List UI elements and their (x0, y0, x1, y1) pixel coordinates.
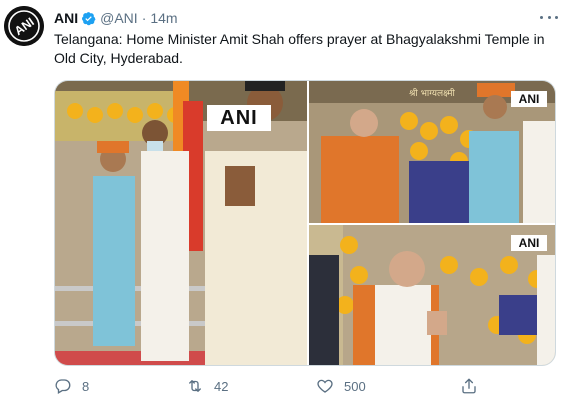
tweet-card[interactable]: ANI ANI @ANI · 14m Telangana: Home Minis… (0, 0, 566, 407)
temple-signboard-text: श्री भाग्यलक्ष्मी (409, 87, 455, 99)
ani-watermark-3: ANI (511, 235, 547, 251)
ani-watermark-1: ANI (207, 105, 271, 131)
author-handle[interactable]: @ANI (100, 10, 138, 26)
share-button[interactable] (460, 376, 488, 396)
reply-icon (55, 379, 71, 394)
reply-button[interactable]: 8 (54, 376, 89, 396)
tweet-actions: 8 42 500 (54, 376, 554, 398)
verified-badge-icon (82, 11, 96, 25)
like-count: 500 (344, 378, 366, 394)
share-icon (462, 378, 476, 394)
retweet-count: 42 (214, 378, 229, 394)
tweet-text: Telangana: Home Minister Amit Shah offer… (54, 31, 545, 66)
more-options-button[interactable] (540, 10, 558, 24)
author-name[interactable]: ANI (54, 10, 78, 26)
tweet-header: ANI @ANI · 14m (54, 9, 178, 27)
reply-count: 8 (82, 378, 90, 394)
ani-avatar[interactable]: ANI (4, 6, 44, 46)
tweet-media-grid: श्री भाग्यलक्ष्मी ANI ANI ANI (54, 80, 556, 366)
ani-watermark-2: ANI (511, 91, 547, 107)
header-separator: · (141, 10, 147, 26)
retweet-icon (189, 380, 201, 392)
like-button[interactable]: 500 (316, 376, 366, 396)
ani-logo-icon: ANI (4, 6, 44, 46)
tweet-timestamp[interactable]: 14m (150, 10, 177, 26)
more-options-icon (540, 15, 543, 19)
retweet-button[interactable]: 42 (186, 376, 228, 396)
heart-icon (317, 379, 333, 393)
